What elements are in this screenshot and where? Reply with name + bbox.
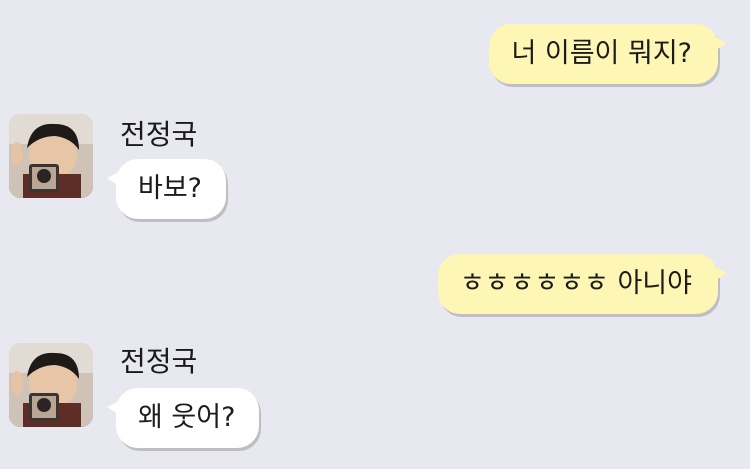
sender-avatar[interactable]	[9, 343, 93, 427]
outgoing-message-bubble[interactable]: 너 이름이 뭐지?	[489, 24, 727, 84]
sender-name: 전정국	[120, 345, 198, 378]
profile-photo-icon	[9, 343, 93, 427]
sender-avatar[interactable]	[9, 114, 93, 198]
incoming-message-bubble[interactable]: 왜 웃어?	[106, 388, 260, 448]
incoming-message-bubble[interactable]: 바보?	[106, 159, 227, 219]
sender-name: 전정국	[120, 118, 198, 151]
outgoing-message-bubble[interactable]: ㅎㅎㅎㅎㅎㅎ 아니야	[437, 254, 728, 314]
message-text: 너 이름이 뭐지?	[511, 38, 692, 69]
message-text: 바보?	[138, 173, 203, 204]
message-text: 왜 웃어?	[138, 402, 236, 433]
profile-photo-icon	[9, 114, 93, 198]
chat-thread: 너 이름이 뭐지? 전정국 바보? ㅎㅎㅎㅎㅎㅎ 아니야 전정국 왜 웃어?	[0, 0, 750, 469]
message-text: ㅎㅎㅎㅎㅎㅎ 아니야	[459, 268, 692, 299]
